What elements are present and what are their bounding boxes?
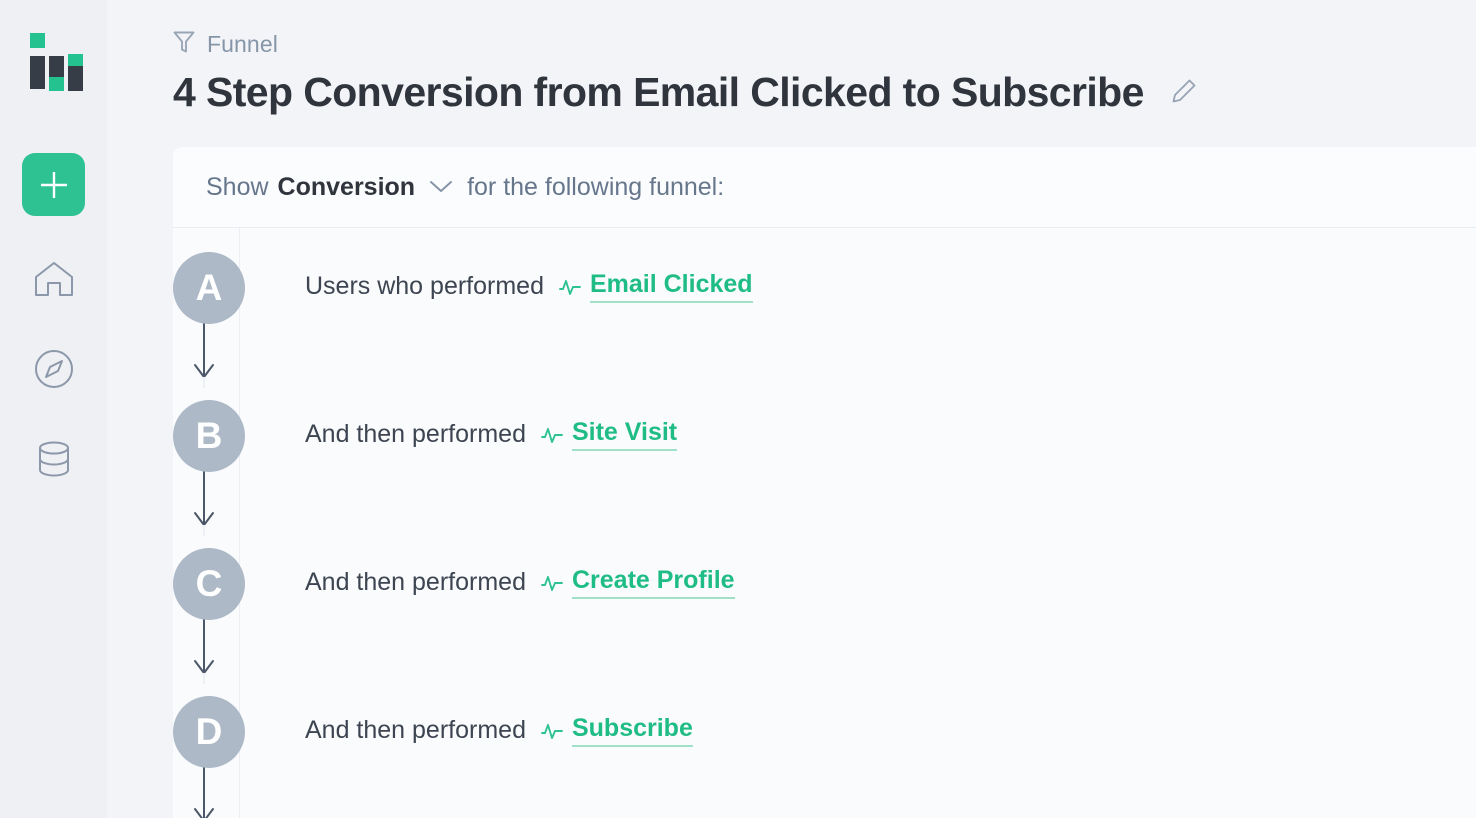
metric-value[interactable]: Conversion bbox=[278, 173, 416, 202]
funnel-icon bbox=[173, 30, 195, 59]
page-header: Funnel 4 Step Conversion from Email Clic… bbox=[107, 0, 1476, 147]
event-link[interactable]: Subscribe bbox=[571, 714, 693, 747]
breadcrumb: Funnel bbox=[173, 28, 1476, 60]
database-icon bbox=[33, 438, 75, 480]
plus-icon bbox=[37, 168, 71, 202]
pulse-icon bbox=[540, 572, 564, 594]
mixpanel-logo[interactable] bbox=[29, 33, 83, 91]
breadcrumb-label: Funnel bbox=[207, 30, 278, 57]
page-title: 4 Step Conversion from Email Clicked to … bbox=[173, 69, 1144, 115]
title-row: 4 Step Conversion from Email Clicked to … bbox=[173, 69, 1476, 116]
funnel-step: C And then performed Create Profile bbox=[173, 536, 1476, 684]
funnel-builder-panel: Show Conversion for the following funnel… bbox=[173, 147, 1476, 818]
step-connector bbox=[194, 764, 214, 818]
show-suffix-label: for the following funnel: bbox=[467, 172, 725, 201]
pulse-icon bbox=[540, 720, 564, 742]
edit-title-button[interactable] bbox=[1166, 73, 1202, 112]
step-description: And then performed Create Profile bbox=[305, 566, 735, 599]
step-lead-label: And then performed bbox=[305, 568, 526, 596]
chevron-down-icon bbox=[428, 178, 454, 197]
step-description: And then performed Subscribe bbox=[305, 714, 693, 747]
step-description: Users who performed Email Clicked bbox=[305, 270, 753, 303]
step-connector bbox=[194, 468, 214, 536]
step-lead-label: And then performed bbox=[305, 420, 526, 448]
logo-block-green-1 bbox=[29, 33, 45, 48]
metric-dropdown-button[interactable] bbox=[424, 178, 458, 197]
pulse-icon bbox=[558, 276, 582, 298]
event-link[interactable]: Site Visit bbox=[571, 418, 678, 451]
arrow-down-icon bbox=[194, 616, 214, 684]
step-marker[interactable]: C bbox=[173, 548, 245, 620]
logo-block-dark-3 bbox=[67, 66, 83, 91]
arrow-down-icon bbox=[194, 320, 214, 388]
step-description: And then performed Site Visit bbox=[305, 418, 678, 451]
step-marker[interactable]: A bbox=[173, 252, 245, 324]
event-link[interactable]: Create Profile bbox=[571, 566, 735, 599]
step-lead-label: Users who performed bbox=[305, 272, 544, 300]
logo-block-green-2 bbox=[48, 77, 64, 91]
home-icon bbox=[33, 260, 75, 298]
sidebar-item-home[interactable] bbox=[22, 252, 85, 306]
event-link[interactable]: Email Clicked bbox=[589, 270, 753, 303]
step-connector bbox=[194, 320, 214, 388]
step-connector bbox=[194, 616, 214, 684]
funnel-step: B And then performed Site Visit bbox=[173, 388, 1476, 536]
add-new-button[interactable] bbox=[22, 153, 85, 216]
panel-toolbar: Show Conversion for the following funnel… bbox=[173, 147, 1476, 228]
arrow-down-icon bbox=[194, 764, 214, 818]
pencil-icon bbox=[1170, 77, 1198, 108]
pulse-icon bbox=[540, 424, 564, 446]
step-marker[interactable]: D bbox=[173, 696, 245, 768]
sidebar-item-data[interactable] bbox=[22, 432, 85, 486]
funnel-step: D And then performed Subscribe bbox=[173, 684, 1476, 818]
funnel-step: A Users who performed Email Clicked bbox=[173, 240, 1476, 388]
metric-selector-row: Show Conversion for the following funnel… bbox=[206, 173, 724, 202]
left-sidebar bbox=[0, 0, 107, 818]
step-lead-label: And then performed bbox=[305, 716, 526, 744]
logo-block-dark-1 bbox=[29, 56, 45, 89]
show-prefix-label: Show bbox=[206, 172, 269, 201]
compass-icon bbox=[33, 348, 75, 390]
step-marker[interactable]: B bbox=[173, 400, 245, 472]
sidebar-item-explore[interactable] bbox=[22, 342, 85, 396]
arrow-down-icon bbox=[194, 468, 214, 536]
funnel-steps-list: A Users who performed Email Clicked B An… bbox=[173, 228, 1476, 818]
